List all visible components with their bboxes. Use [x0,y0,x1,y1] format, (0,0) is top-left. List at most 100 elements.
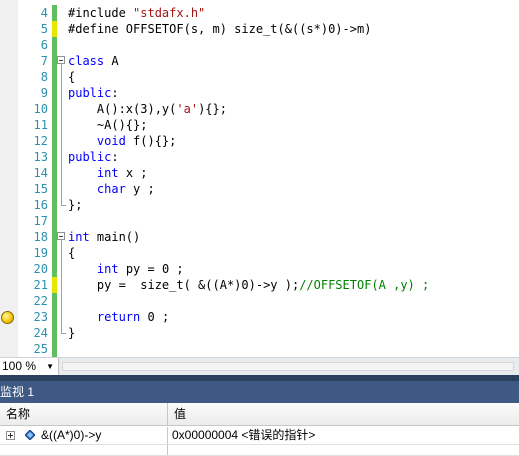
code-line[interactable]: 16}; [0,197,519,213]
code-line[interactable]: 15 char y ; [0,181,519,197]
keyword-token: int [96,262,119,276]
expand-icon[interactable] [6,431,15,440]
watch-empty-name-cell[interactable] [0,445,168,455]
code-text[interactable]: ~A(){}; [68,117,148,133]
line-number: 18 [33,230,48,244]
code-token: ~A(){}; [68,118,148,132]
code-text[interactable]: void f(){}; [68,133,176,149]
watch-expression: &((A*)0)->y [41,428,102,442]
watch-name-cell[interactable]: &((A*)0)->y [0,427,168,444]
code-line[interactable]: 23 return 0 ; [0,309,519,325]
code-line[interactable]: 25 [0,341,519,357]
watch-title-text: 监视 1 [0,385,35,399]
code-text[interactable]: int py = 0 ; [68,261,184,277]
outline-end-icon [57,197,67,213]
code-token: main() [89,230,141,244]
code-line[interactable]: 7 class A [0,53,519,69]
line-number: 22 [33,294,48,308]
line-number: 24 [33,326,48,340]
change-bar [52,213,57,229]
chevron-down-icon: ▼ [46,362,54,371]
code-token: A():x(3),y( [68,102,177,116]
code-token: { [68,70,76,84]
code-editor[interactable]: 4 #include "stdafx.h" 5 #define OFFSETOF(s,… [0,0,519,357]
watch-empty-row[interactable] [0,445,519,456]
code-line[interactable]: 12 void f(){}; [0,133,519,149]
line-number: 13 [33,150,48,164]
code-text[interactable]: int x ; [68,165,148,181]
code-text[interactable]: class A [68,53,119,69]
outline-line [57,165,67,181]
code-token: : [111,86,119,100]
code-token: #include [68,6,134,20]
line-number: 12 [33,134,48,148]
code-line[interactable]: 22 [0,293,519,309]
code-line[interactable]: 17 [0,213,519,229]
code-token: x ; [118,166,148,180]
code-line[interactable]: 18 int main() [0,229,519,245]
current-statement-arrow-icon[interactable] [1,311,14,324]
line-number: 20 [33,262,48,276]
code-token: ){}; [198,102,227,116]
change-bar [52,37,57,53]
zoom-level: 100 % [2,359,37,373]
code-text[interactable]: { [68,245,75,261]
code-line[interactable]: 10 A():x(3),y('a'){}; [0,101,519,117]
code-line[interactable]: 24} [0,325,519,341]
keyword-token: public [68,86,112,100]
zoom-dropdown[interactable]: 100 % ▼ [0,358,59,375]
code-text[interactable]: int main() [68,229,140,245]
outline-line [57,117,67,133]
code-text[interactable]: #include "stdafx.h" [68,5,205,21]
code-line[interactable]: 5 #define OFFSETOF(s, m) size_t(&((s*)0)-… [0,21,519,37]
code-text[interactable]: public: [68,85,119,101]
code-text[interactable]: } [68,325,75,341]
code-line[interactable]: 9 public: [0,85,519,101]
code-line[interactable]: 13 public: [0,149,519,165]
code-line[interactable]: 4 #include "stdafx.h" [0,5,519,21]
watch-value: 0x00000004 <错误的指针> [172,428,316,442]
code-line[interactable]: 8{ [0,69,519,85]
code-line[interactable]: 19 { [0,245,519,261]
code-line[interactable]: 6 [0,37,519,53]
watch-row[interactable]: &((A*)0)->y 0x00000004 <错误的指针> [0,427,519,445]
code-text[interactable]: { [68,69,75,85]
keyword-token: class [68,54,105,68]
watch-header: 名称 值 [0,403,519,426]
code-text[interactable]: }; [68,197,82,213]
string-token: "stdafx.h" [133,6,206,20]
variable-icon [25,430,35,440]
keyword-token: int [68,230,90,244]
collapse-icon[interactable] [57,53,67,69]
code-text[interactable]: public: [68,149,119,165]
line-number: 4 [40,6,48,20]
watch-value-cell[interactable]: 0x00000004 <错误的指针> [168,427,519,444]
code-token: #define OFFSETOF(s, m) size_t(&((s*)0)->… [68,22,372,36]
line-number: 25 [33,342,48,356]
horizontal-scrollbar[interactable] [62,362,514,371]
code-text[interactable]: #define OFFSETOF(s, m) size_t(&((s*)0)->… [68,21,371,37]
collapse-icon[interactable] [57,229,67,245]
line-number: 8 [40,70,48,84]
column-header-name[interactable]: 名称 [0,403,168,425]
outline-line [57,149,67,165]
line-number: 11 [33,118,48,132]
code-line[interactable]: 20 int py = 0 ; [0,261,519,277]
editor-status-bar: 100 % ▼ [0,357,519,375]
outline-line [57,293,67,309]
line-number: 14 [33,166,48,180]
keyword-token: return [96,310,141,324]
code-line[interactable]: 14 int x ; [0,165,519,181]
code-line[interactable]: 21 py = size_t( &((A*)0)->y );//OFFSETOF… [0,277,519,293]
column-header-value[interactable]: 值 [168,403,519,425]
column-header-value-label: 值 [174,407,187,421]
code-text[interactable]: return 0 ; [68,309,169,325]
code-token: : [111,150,119,164]
outline-line [57,101,67,117]
code-text[interactable]: py = size_t( &((A*)0)->y );//OFFSETOF(A … [68,277,429,293]
code-text[interactable]: A():x(3),y('a'){}; [68,101,227,117]
code-text[interactable]: char y ; [68,181,155,197]
code-line[interactable]: 11 ~A(){}; [0,117,519,133]
